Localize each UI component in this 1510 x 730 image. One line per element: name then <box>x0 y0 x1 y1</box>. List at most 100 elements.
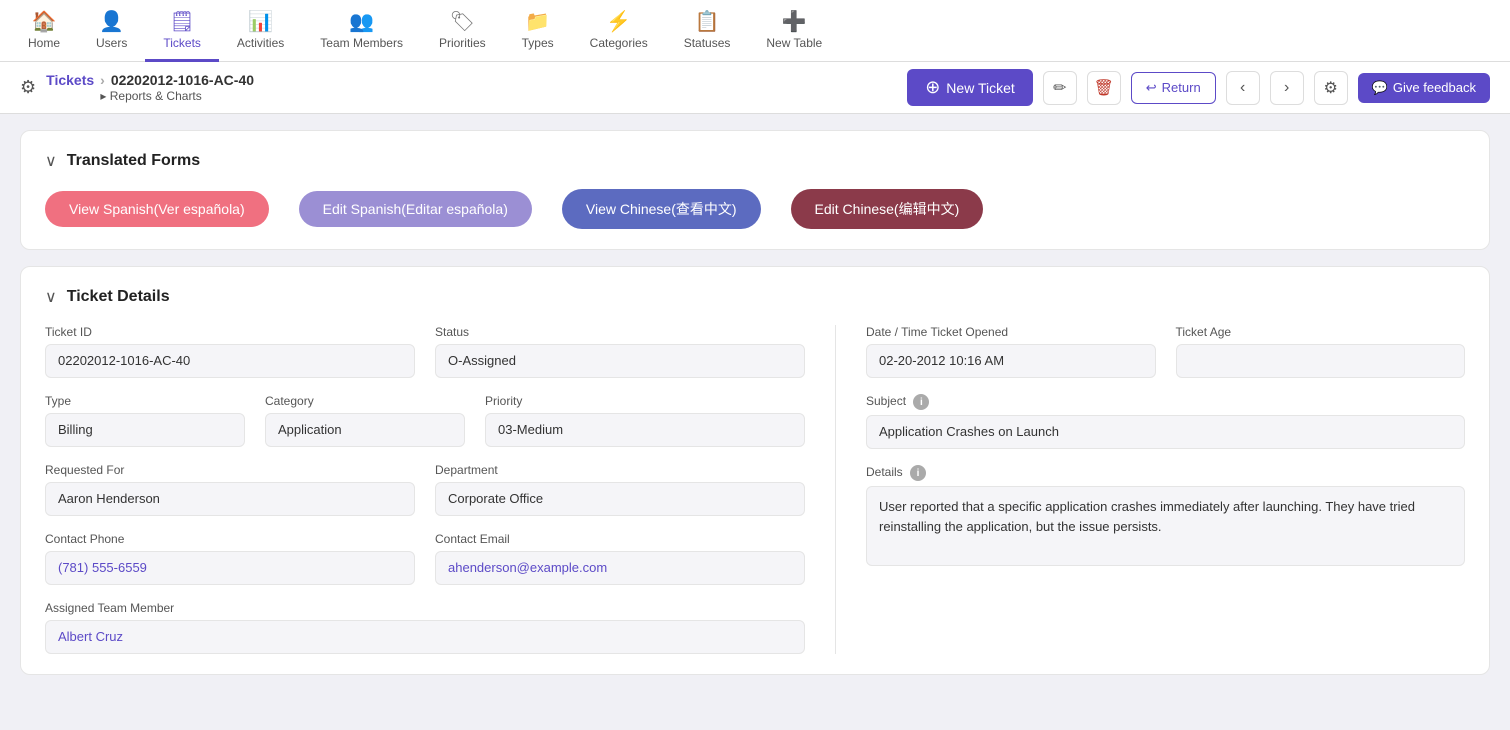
toolbar-actions: ⊕ New Ticket ✏ 🗑 ↩ Return ‹ › ⚙ 💬 Give f… <box>907 69 1490 106</box>
translated-forms-card: ∨ Translated Forms View Spanish(Ver espa… <box>20 130 1490 250</box>
status-label: Status <box>435 325 805 339</box>
trash-icon: 🗑 <box>1094 78 1114 98</box>
field-assigned-team: Assigned Team Member Albert Cruz <box>45 601 805 654</box>
nav-users-label: Users <box>96 36 127 50</box>
field-priority: Priority 03-Medium <box>485 394 805 447</box>
ticket-id-value: 02202012-1016-AC-40 <box>45 344 415 378</box>
ticket-age-label: Ticket Age <box>1176 325 1466 339</box>
field-ticket-age: Ticket Age <box>1176 325 1466 378</box>
ticket-details-left: Ticket ID 02202012-1016-AC-40 Status O-A… <box>45 325 805 654</box>
contact-phone-value[interactable]: (781) 555-6559 <box>45 551 415 585</box>
nav-new-table[interactable]: ➕ New Table <box>748 0 840 62</box>
delete-button[interactable]: 🗑 <box>1087 71 1121 105</box>
filter-button[interactable]: ⚙ <box>1314 71 1348 105</box>
nav-team-members[interactable]: 👥 Team Members <box>302 0 421 62</box>
category-label: Category <box>265 394 465 408</box>
top-navigation: 🏠 Home 👤 Users 🗒 Tickets 📊 Activities 👥 … <box>0 0 1510 62</box>
new-ticket-button[interactable]: ⊕ New Ticket <box>907 69 1033 106</box>
next-button[interactable]: › <box>1270 71 1304 105</box>
nav-statuses[interactable]: 📋 Statuses <box>666 0 749 62</box>
field-requested-for: Requested For Aaron Henderson <box>45 463 415 516</box>
feedback-button[interactable]: 💬 Give feedback <box>1358 73 1490 103</box>
feedback-label: Give feedback <box>1393 80 1476 95</box>
edit-chinese-button[interactable]: Edit Chinese(编辑中文) <box>791 189 984 229</box>
subject-label: Subject i <box>866 394 1465 410</box>
row-ticket-id-status: Ticket ID 02202012-1016-AC-40 Status O-A… <box>45 325 805 378</box>
department-value: Corporate Office <box>435 482 805 516</box>
ticket-details-header: ∨ Ticket Details <box>45 287 1465 307</box>
collapse-translated-forms-button[interactable]: ∨ <box>45 151 57 171</box>
home-icon: 🏠 <box>32 9 57 34</box>
assigned-team-value[interactable]: Albert Cruz <box>45 620 805 654</box>
breadcrumb-parent[interactable]: Tickets <box>46 72 94 88</box>
type-value: Billing <box>45 413 245 447</box>
nav-new-table-label: New Table <box>766 36 822 50</box>
ticket-details-card: ∨ Ticket Details Ticket ID 02202012-1016… <box>20 266 1490 675</box>
new-ticket-label: New Ticket <box>946 80 1014 96</box>
row-requested-department: Requested For Aaron Henderson Department… <box>45 463 805 516</box>
breadcrumb-current: 02202012-1016-AC-40 <box>111 72 254 88</box>
priority-label: Priority <box>485 394 805 408</box>
nav-priorities-label: Priorities <box>439 36 486 50</box>
view-spanish-button[interactable]: View Spanish(Ver española) <box>45 191 269 227</box>
edit-icon: ✏ <box>1053 78 1066 98</box>
vertical-divider <box>835 325 836 654</box>
ticket-age-value <box>1176 344 1466 378</box>
translated-forms-title: Translated Forms <box>67 152 200 170</box>
assigned-team-label: Assigned Team Member <box>45 601 805 615</box>
nav-types[interactable]: 📁 Types <box>504 0 572 62</box>
nav-priorities[interactable]: 🏷 Priorities <box>421 0 504 62</box>
tickets-icon: 🗒 <box>169 9 194 34</box>
subject-value: Application Crashes on Launch <box>866 415 1465 449</box>
field-department: Department Corporate Office <box>435 463 805 516</box>
requested-for-label: Requested For <box>45 463 415 477</box>
field-status: Status O-Assigned <box>435 325 805 378</box>
translated-forms-header: ∨ Translated Forms <box>45 151 1465 171</box>
plus-icon: ⊕ <box>925 77 940 98</box>
category-value: Application <box>265 413 465 447</box>
nav-activities[interactable]: 📊 Activities <box>219 0 302 62</box>
row-contact: Contact Phone (781) 555-6559 Contact Ema… <box>45 532 805 585</box>
nav-tickets[interactable]: 🗒 Tickets <box>145 0 219 62</box>
chevron-left-icon: ‹ <box>1240 79 1245 97</box>
breadcrumb-area: Tickets › 02202012-1016-AC-40 Reports & … <box>46 72 254 103</box>
settings-button[interactable]: ⚙ <box>20 77 36 98</box>
activities-icon: 📊 <box>248 9 273 34</box>
edit-spanish-button[interactable]: Edit Spanish(Editar española) <box>299 191 532 227</box>
breadcrumb: Tickets › 02202012-1016-AC-40 <box>46 72 254 88</box>
return-label: Return <box>1162 80 1201 95</box>
reports-charts-link[interactable]: Reports & Charts <box>100 89 201 103</box>
field-date-opened: Date / Time Ticket Opened 02-20-2012 10:… <box>866 325 1156 378</box>
nav-home[interactable]: 🏠 Home <box>10 0 78 62</box>
chat-icon: 💬 <box>1372 80 1388 96</box>
contact-phone-label: Contact Phone <box>45 532 415 546</box>
row-subject: Subject i Application Crashes on Launch <box>866 394 1465 449</box>
nav-tickets-label: Tickets <box>163 36 201 50</box>
categories-icon: ⚡ <box>606 9 631 34</box>
users-icon: 👤 <box>99 9 124 34</box>
nav-types-label: Types <box>522 36 554 50</box>
field-ticket-id: Ticket ID 02202012-1016-AC-40 <box>45 325 415 378</box>
translated-forms-buttons: View Spanish(Ver española) Edit Spanish(… <box>45 189 1465 229</box>
new-table-icon: ➕ <box>782 9 807 34</box>
field-type: Type Billing <box>45 394 245 447</box>
return-button[interactable]: ↩ Return <box>1131 72 1216 104</box>
field-details: Details i User reported that a specific … <box>866 465 1465 566</box>
date-label: Date / Time Ticket Opened <box>866 325 1156 339</box>
requested-for-value: Aaron Henderson <box>45 482 415 516</box>
main-content: ∨ Translated Forms View Spanish(Ver espa… <box>0 114 1510 691</box>
row-details: Details i User reported that a specific … <box>866 465 1465 566</box>
field-subject: Subject i Application Crashes on Launch <box>866 394 1465 449</box>
contact-email-value[interactable]: ahenderson@example.com <box>435 551 805 585</box>
department-label: Department <box>435 463 805 477</box>
collapse-ticket-details-button[interactable]: ∨ <box>45 287 57 307</box>
subject-info-icon[interactable]: i <box>913 394 929 410</box>
nav-categories[interactable]: ⚡ Categories <box>572 0 666 62</box>
prev-button[interactable]: ‹ <box>1226 71 1260 105</box>
view-chinese-button[interactable]: View Chinese(查看中文) <box>562 189 761 229</box>
nav-users[interactable]: 👤 Users <box>78 0 145 62</box>
details-info-icon[interactable]: i <box>910 465 926 481</box>
edit-button[interactable]: ✏ <box>1043 71 1077 105</box>
chevron-right-icon: › <box>1284 79 1289 97</box>
nav-team-members-label: Team Members <box>320 36 403 50</box>
